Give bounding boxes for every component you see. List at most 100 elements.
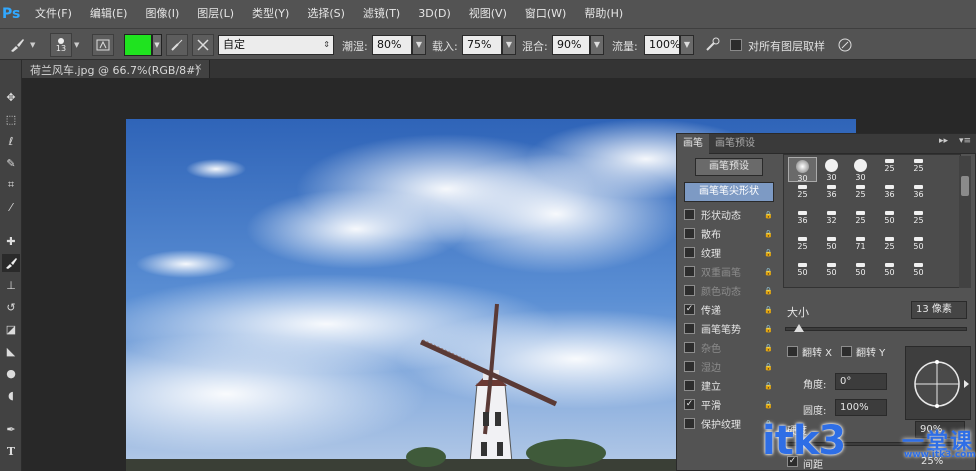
brush-tip-cell[interactable]: 25 <box>875 157 904 182</box>
brush-tip-cell[interactable]: 36 <box>817 183 846 208</box>
brush-tip-cell[interactable]: 50 <box>846 261 875 286</box>
tab-brush-presets[interactable]: 画笔预设 <box>709 134 761 154</box>
brush-option-checkbox[interactable] <box>684 380 695 391</box>
load-options-dropdown-icon[interactable]: ▼ <box>152 34 162 56</box>
mix-field[interactable]: 90% <box>552 35 590 55</box>
brush-tool-icon[interactable] <box>2 254 20 272</box>
wetness-field[interactable]: 80% <box>372 35 412 55</box>
tab-brush[interactable]: 画笔 <box>677 134 709 154</box>
brush-tip-cell[interactable]: 32 <box>817 209 846 234</box>
brush-option-checkbox[interactable] <box>684 228 695 239</box>
quick-selection-tool-icon[interactable]: ✎ <box>2 154 20 172</box>
lock-icon[interactable]: 🔒 <box>764 324 774 334</box>
flow-field[interactable]: 100% <box>644 35 680 55</box>
collapse-panel-icon[interactable]: ▸▸ <box>939 136 948 146</box>
tool-preset-dropdown-icon[interactable]: ▼ <box>30 41 35 49</box>
marquee-tool-icon[interactable]: ⬚ <box>2 110 20 128</box>
brush-option-row[interactable]: 湿边 🔒 <box>684 357 774 376</box>
brush-option-checkbox[interactable] <box>684 418 695 429</box>
brush-option-row[interactable]: 纹理 🔒 <box>684 243 774 262</box>
brush-option-row[interactable]: 双重画笔 🔒 <box>684 262 774 281</box>
brush-tip-cell[interactable]: 25 <box>875 235 904 260</box>
lock-icon[interactable]: 🔒 <box>764 400 774 410</box>
menu-item[interactable]: 图层(L) <box>188 0 243 28</box>
flip-x-checkbox[interactable] <box>787 346 798 357</box>
brush-option-checkbox[interactable] <box>684 247 695 258</box>
brush-angle-roundness-widget[interactable] <box>905 346 971 420</box>
menu-item[interactable]: 滤镜(T) <box>354 0 409 28</box>
size-field[interactable]: 13 像素 <box>911 301 967 319</box>
menu-item[interactable]: 编辑(E) <box>81 0 137 28</box>
panel-menu-icon[interactable]: ▾≡ <box>959 136 971 146</box>
brush-option-row[interactable]: ✓ 传递 🔒 <box>684 300 774 319</box>
brush-option-row[interactable]: 形状动态 🔒 <box>684 205 774 224</box>
lock-icon[interactable]: 🔒 <box>764 248 774 258</box>
brush-option-row[interactable]: 颜色动态 🔒 <box>684 281 774 300</box>
lock-icon[interactable]: 🔒 <box>764 286 774 296</box>
size-slider-knob[interactable] <box>794 324 804 332</box>
brush-tip-cell[interactable]: 25 <box>904 209 933 234</box>
eraser-tool-icon[interactable]: ◪ <box>2 320 20 338</box>
brush-option-row[interactable]: 画笔笔势 🔒 <box>684 319 774 338</box>
brush-option-checkbox[interactable] <box>684 285 695 296</box>
roundness-field[interactable]: 100% <box>835 399 887 416</box>
pen-tool-icon[interactable]: ✒ <box>2 420 20 438</box>
brush-option-row[interactable]: 建立 🔒 <box>684 376 774 395</box>
menu-item[interactable]: 文件(F) <box>26 0 81 28</box>
brush-preset-dropdown-icon[interactable]: ▼ <box>74 41 79 49</box>
document-tab[interactable]: 荷兰风车.jpg @ 66.7%(RGB/8#) × <box>22 60 210 78</box>
menu-item[interactable]: 帮助(H) <box>575 0 632 28</box>
flow-dropdown-icon[interactable]: ▼ <box>680 35 694 55</box>
history-brush-tool-icon[interactable]: ↺ <box>2 298 20 316</box>
brush-tip-cell[interactable]: 36 <box>788 209 817 234</box>
brush-tip-cell[interactable]: 36 <box>904 183 933 208</box>
brush-grid-scrollbar[interactable] <box>959 156 971 288</box>
menu-item[interactable]: 窗口(W) <box>516 0 575 28</box>
brush-option-checkbox[interactable] <box>684 323 695 334</box>
brush-option-checkbox[interactable] <box>684 209 695 220</box>
menu-item[interactable]: 图像(I) <box>136 0 188 28</box>
lock-icon[interactable]: 🔒 <box>764 267 774 277</box>
lock-icon[interactable]: 🔒 <box>764 210 774 220</box>
close-tab-icon[interactable]: × <box>194 62 202 73</box>
brush-tip-cell[interactable]: 50 <box>904 261 933 286</box>
menu-item[interactable]: 视图(V) <box>460 0 516 28</box>
menu-item[interactable]: 3D(D) <box>409 0 460 28</box>
brush-option-checkbox[interactable]: ✓ <box>684 399 695 410</box>
brush-grid-scroll-thumb[interactable] <box>961 176 969 196</box>
brush-option-row[interactable]: 散布 🔒 <box>684 224 774 243</box>
clone-stamp-tool-icon[interactable]: ⊥ <box>2 276 20 294</box>
flip-y-control[interactable]: 翻转 Y <box>841 344 885 359</box>
mixer-brush-tool-icon[interactable] <box>6 34 28 56</box>
blend-preset-select[interactable]: 自定 ⇕ <box>218 35 334 55</box>
healing-brush-tool-icon[interactable]: ✚ <box>2 232 20 250</box>
lock-icon[interactable]: 🔒 <box>764 343 774 353</box>
eyedropper-tool-icon[interactable]: ⁄ <box>2 198 20 216</box>
sample-all-layers-checkbox[interactable] <box>730 39 742 51</box>
lasso-tool-icon[interactable]: ℓ <box>2 132 20 150</box>
brush-option-checkbox[interactable] <box>684 266 695 277</box>
blur-tool-icon[interactable]: ● <box>2 364 20 382</box>
move-tool-icon[interactable]: ✥ <box>2 88 20 106</box>
brush-tip-cell[interactable]: 36 <box>875 183 904 208</box>
brush-tip-cell[interactable]: 25 <box>904 157 933 182</box>
pressure-icon[interactable] <box>836 36 854 54</box>
brush-tip-grid[interactable]: 30 30 30 25 25 25 36 25 36 36 36 32 25 50 25 25 50 71 25 50… <box>783 154 961 288</box>
brush-tip-cell[interactable]: 25 <box>846 183 875 208</box>
mix-dropdown-icon[interactable]: ▼ <box>590 35 604 55</box>
brush-tip-cell[interactable]: 50 <box>875 261 904 286</box>
crop-tool-icon[interactable]: ⌗ <box>2 176 20 194</box>
brush-tip-shape-item[interactable]: 画笔笔尖形状 <box>684 182 774 202</box>
brush-option-checkbox[interactable] <box>684 361 695 372</box>
clean-brush-after-stroke-icon[interactable] <box>192 34 214 56</box>
load-dropdown-icon[interactable]: ▼ <box>502 35 516 55</box>
brush-option-checkbox[interactable]: ✓ <box>684 304 695 315</box>
current-brush-load-swatch[interactable] <box>124 34 152 56</box>
brush-tip-cell[interactable]: 50 <box>875 209 904 234</box>
brush-tip-cell[interactable]: 25 <box>788 183 817 208</box>
menu-item[interactable]: 选择(S) <box>298 0 354 28</box>
brush-option-checkbox[interactable] <box>684 342 695 353</box>
paint-bucket-tool-icon[interactable]: ◣ <box>2 342 20 360</box>
brush-tip-cell[interactable]: 25 <box>846 209 875 234</box>
flip-x-control[interactable]: 翻转 X <box>787 344 832 359</box>
